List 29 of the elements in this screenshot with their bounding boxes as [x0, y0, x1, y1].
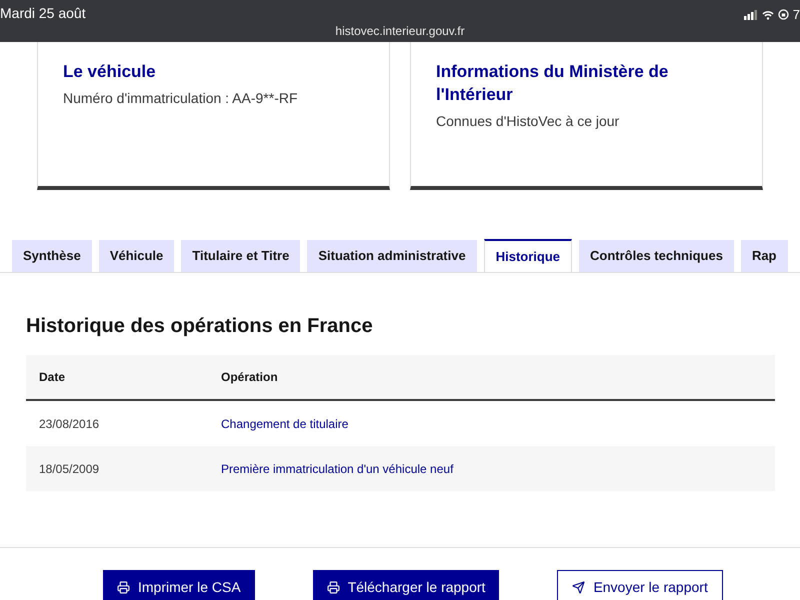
send-icon [572, 580, 586, 594]
signal-icon [744, 10, 758, 20]
date-cell-text: 23/08/2016 [38, 416, 100, 432]
action-button[interactable]: Envoyer le rapport [557, 570, 723, 600]
column-header: Date [38, 369, 66, 386]
card-title: Le véhicule [63, 61, 157, 83]
tab[interactable]: Synthèse [12, 240, 92, 272]
card-subtitle: Numéro d'immatriculation : AA-9**-RF [63, 89, 299, 108]
tab[interactable]: Historique [484, 239, 572, 272]
date-cell-text: 18/05/2009 [38, 460, 100, 478]
column-header: Opération [221, 369, 278, 386]
operation-cell-text: Changement de titulaire [221, 416, 348, 432]
tab[interactable]: Situation administrative [307, 240, 477, 272]
operation-cell-text: Première immatriculation d'un véhicule neuf [221, 460, 454, 478]
tab[interactable]: Rap [740, 240, 788, 272]
printer-icon [326, 580, 340, 594]
date-text: Mardi 25 août [0, 4, 86, 23]
tab[interactable]: Titulaire et Titre [181, 240, 300, 272]
card-title: Informations du Ministère de l'Intérieur [436, 61, 670, 106]
action-button[interactable]: Télécharger le rapport [312, 570, 500, 600]
battery-text: 7 [792, 6, 800, 24]
action-button[interactable]: Imprimer le CSA [103, 570, 255, 600]
url-text: histovec.interieur.gouv.fr [334, 23, 466, 40]
wifi-icon [762, 10, 774, 20]
card-subtitle: Connues d'HistoVec à ce jour [436, 112, 620, 131]
tab[interactable]: Véhicule [98, 240, 174, 272]
printer-icon [117, 580, 130, 594]
tab[interactable]: Contrôles techniques [579, 240, 734, 272]
panel-title: Historique des opérations en France [26, 314, 374, 339]
